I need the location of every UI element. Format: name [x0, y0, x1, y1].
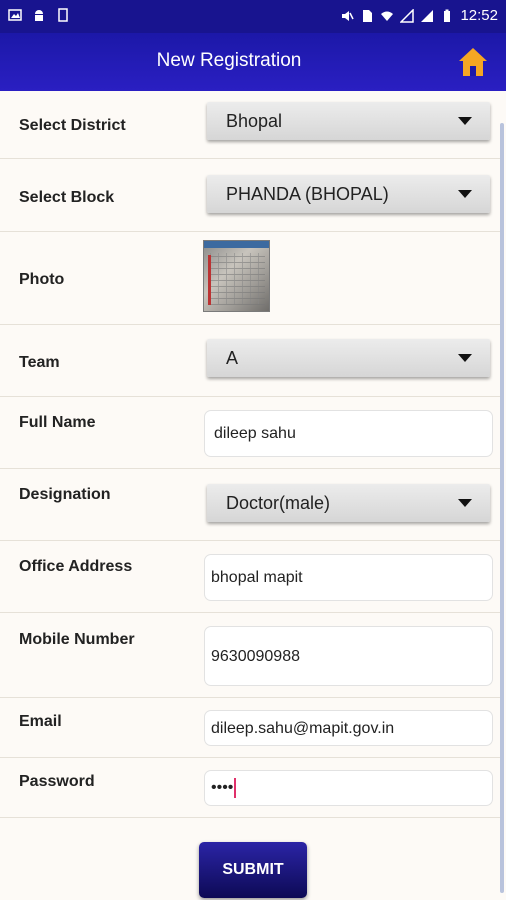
wifi-icon: [381, 11, 394, 21]
signal-icon-2: [421, 9, 434, 22]
mute-icon: [342, 10, 355, 21]
dropdown-arrow-icon: [458, 354, 472, 362]
password-value: ••••: [211, 778, 237, 798]
notification-icons: [8, 8, 70, 22]
email-value: dileep.sahu@mapit.gov.in: [211, 720, 395, 737]
mobile-row: Mobile Number 9630090988: [0, 613, 500, 698]
block-spinner[interactable]: PHANDA (BHOPAL): [207, 175, 490, 213]
full-name-value: dileep sahu: [214, 425, 296, 442]
password-row: Password ••••: [0, 758, 500, 818]
designation-value: Doctor(male): [226, 493, 331, 513]
status-bar: 12:52: [0, 0, 506, 33]
submit-button[interactable]: SUBMIT: [199, 842, 307, 898]
image-icon: [8, 9, 22, 21]
designation-label: Designation: [19, 486, 111, 503]
mobile-input[interactable]: 9630090988: [204, 626, 493, 686]
signal-icon: [400, 8, 415, 23]
team-spinner[interactable]: A: [207, 339, 490, 377]
page-title: New Registration: [156, 50, 302, 71]
photo-row: Photo: [0, 232, 500, 325]
district-spinner[interactable]: Bhopal: [207, 102, 490, 140]
office-address-value: bhopal mapit: [211, 569, 303, 586]
dropdown-arrow-icon: [458, 190, 472, 198]
status-time: 12:52: [460, 7, 498, 24]
dropdown-arrow-icon: [458, 499, 472, 507]
text-cursor: [234, 778, 237, 798]
team-label: Team: [19, 354, 60, 371]
scrollbar[interactable]: [500, 123, 504, 893]
full-name-row: Full Name dileep sahu: [0, 397, 500, 469]
district-row: Select District Bhopal: [0, 91, 500, 159]
mobile-label: Mobile Number: [19, 631, 135, 648]
block-value: PHANDA (BHOPAL): [226, 184, 389, 204]
district-value: Bhopal: [226, 111, 283, 131]
document-icon: [58, 8, 68, 22]
home-icon[interactable]: [456, 45, 490, 79]
app-bar: New Registration: [0, 33, 506, 91]
designation-spinner[interactable]: Doctor(male): [207, 484, 490, 522]
full-name-input[interactable]: dileep sahu: [204, 410, 493, 457]
block-row: Select Block PHANDA (BHOPAL): [0, 159, 500, 232]
battery-icon: [444, 9, 451, 22]
photo-label: Photo: [19, 271, 65, 288]
system-icons: 12:52: [340, 7, 498, 24]
mobile-value: 9630090988: [211, 648, 300, 665]
team-row: Team A: [0, 325, 500, 397]
block-label: Select Block: [19, 189, 115, 206]
email-label: Email: [19, 713, 62, 730]
email-input[interactable]: dileep.sahu@mapit.gov.in: [204, 710, 493, 746]
dropdown-arrow-icon: [458, 117, 472, 125]
office-address-row: Office Address bhopal mapit: [0, 541, 500, 613]
android-icon: [35, 10, 43, 21]
photo-thumbnail[interactable]: [203, 240, 270, 312]
office-address-label: Office Address: [19, 558, 133, 575]
office-address-input[interactable]: bhopal mapit: [204, 554, 493, 601]
sim-icon: [363, 9, 373, 22]
email-row: Email dileep.sahu@mapit.gov.in: [0, 698, 500, 758]
password-label: Password: [19, 773, 95, 790]
designation-row: Designation Doctor(male): [0, 469, 500, 541]
password-input[interactable]: ••••: [204, 770, 493, 806]
district-label: Select District: [19, 117, 126, 134]
registration-form: Select District Bhopal Select Block PHAN…: [0, 91, 506, 900]
full-name-label: Full Name: [19, 414, 96, 431]
team-value: A: [226, 348, 239, 368]
